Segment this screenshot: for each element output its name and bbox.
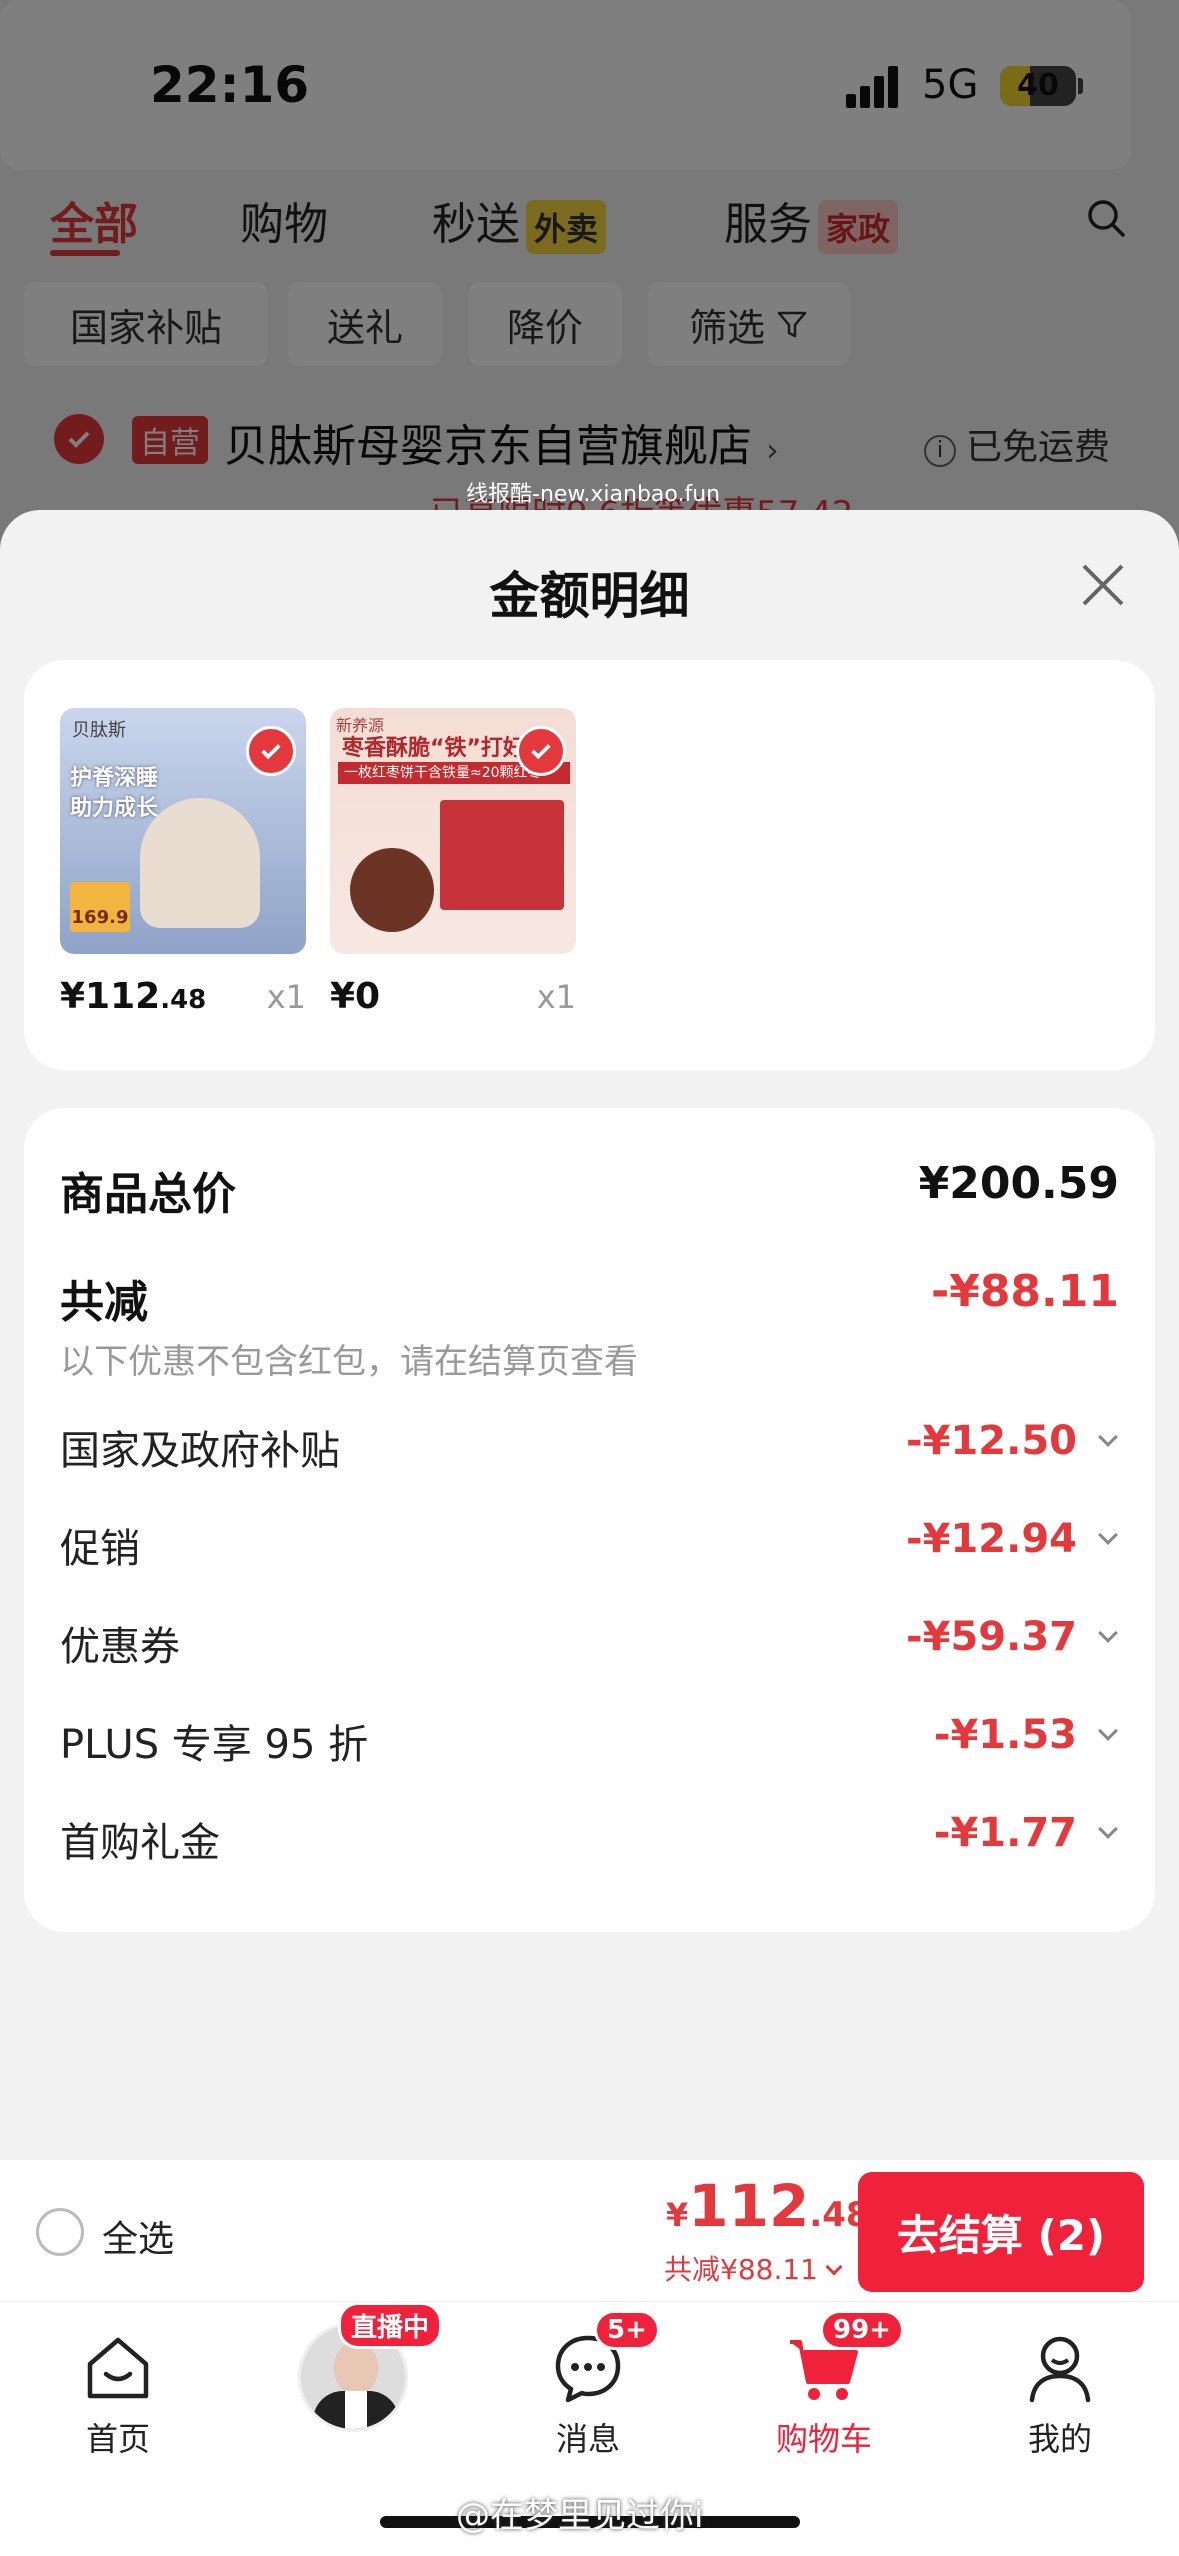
- product-quantity: x1: [266, 978, 306, 1016]
- product-check-icon[interactable]: [246, 726, 296, 776]
- nav-messages[interactable]: 消息 5+: [498, 2302, 678, 2462]
- sheet-title: 金额明细: [489, 567, 690, 625]
- reduced-summary[interactable]: 共减¥88.11: [664, 2248, 843, 2288]
- product-headline: 护脊深睡: [70, 766, 159, 791]
- cart-badge: 99+: [820, 2310, 904, 2350]
- close-icon[interactable]: [1076, 558, 1130, 612]
- nav-me-label: 我的: [1027, 2420, 1092, 2458]
- total-main: 112: [688, 2172, 810, 2240]
- nav-live[interactable]: 直播中: [262, 2302, 442, 2462]
- subtotal-label: 商品总价: [60, 1169, 236, 1220]
- weibo-watermark: @在梦里见过你i: [456, 2496, 704, 2536]
- discount-label: 优惠券: [60, 1624, 180, 1670]
- product-image: 新养源 枣香酥脆“铁”打好 一枚红枣饼干含铁量≈20颗红枣: [330, 708, 576, 954]
- select-all-radio[interactable]: [36, 2208, 84, 2256]
- chevron-down-icon: [1098, 1819, 1118, 1839]
- checkout-bar: 全选 ¥112.48 共减¥88.11 去结算 (2): [0, 2160, 1179, 2302]
- chevron-down-icon: [1098, 1525, 1118, 1545]
- discount-value: -¥1.77: [933, 1810, 1077, 1856]
- product-image: 贝肽斯 护脊深睡助力成长 169.9: [60, 708, 306, 954]
- discount-label: 国家及政府补贴: [60, 1428, 340, 1474]
- product-price: ¥0: [330, 976, 380, 1017]
- amount-detail-sheet: 金额明细 贝肽斯 护脊深睡助力成长 169.9 ¥112.48 x1 新养源 枣…: [0, 510, 1179, 2160]
- checkout-button[interactable]: 去结算 (2): [858, 2172, 1144, 2292]
- sale-price-tag: 169.9: [70, 882, 130, 932]
- product-price: ¥112.48: [60, 976, 206, 1017]
- source-watermark: 线报酷-new.xianbao.fun: [466, 482, 721, 507]
- price-breakdown-card: 商品总价 ¥200.59 共减 -¥88.11 以下优惠不包含红包，请在结算页查…: [24, 1108, 1155, 1932]
- product-price-decimal: .48: [160, 985, 207, 1015]
- product-box-graphic: [440, 800, 564, 910]
- product-price-main: ¥112: [60, 976, 161, 1017]
- nav-cart-label: 购物车: [775, 2420, 872, 2458]
- subtotal-value: ¥200.59: [918, 1158, 1119, 1209]
- live-badge: 直播中: [338, 2302, 442, 2349]
- select-all-label[interactable]: 全选: [102, 2210, 174, 2262]
- reduction-note: 以下优惠不包含红包，请在结算页查看: [60, 1342, 638, 1382]
- discount-value: -¥12.50: [906, 1418, 1077, 1464]
- home-icon: [87, 2337, 149, 2399]
- chevron-down-icon: [1098, 1623, 1118, 1643]
- discount-label: 首购礼金: [60, 1820, 220, 1866]
- discount-label: 促销: [60, 1526, 140, 1572]
- nav-home[interactable]: 首页: [28, 2302, 208, 2462]
- total-price: ¥112.48: [666, 2172, 870, 2240]
- nav-home-label: 首页: [85, 2420, 150, 2458]
- reduced-text: 共减¥88.11: [664, 2253, 818, 2286]
- nav-me[interactable]: 我的: [970, 2302, 1150, 2462]
- nav-messages-label: 消息: [555, 2420, 620, 2458]
- discount-value: -¥59.37: [906, 1614, 1077, 1660]
- product-subheadline: 助力成长: [70, 796, 159, 821]
- product-brand: 贝肽斯: [72, 720, 126, 741]
- total-reduction-value: -¥88.11: [930, 1266, 1119, 1317]
- messages-badge: 5+: [594, 2310, 660, 2350]
- user-icon: [1029, 2336, 1091, 2403]
- chevron-down-icon: [1098, 1427, 1118, 1447]
- discount-value: -¥12.94: [906, 1516, 1077, 1562]
- discount-value: -¥1.53: [933, 1712, 1077, 1758]
- product-price-main: ¥0: [330, 976, 381, 1017]
- total-reduction-label: 共减: [60, 1277, 148, 1328]
- products-card: 贝肽斯 护脊深睡助力成长 169.9 ¥112.48 x1 新养源 枣香酥脆“铁…: [24, 660, 1155, 1070]
- total-currency: ¥: [666, 2196, 689, 2234]
- product-photo-child: [140, 798, 260, 928]
- product-check-icon[interactable]: [516, 726, 566, 776]
- product-item[interactable]: 新养源 枣香酥脆“铁”打好 一枚红枣饼干含铁量≈20颗红枣 ¥0 x1: [330, 708, 576, 1024]
- discount-label: PLUS 专享 95 折: [60, 1722, 369, 1768]
- product-quantity: x1: [536, 978, 576, 1016]
- chevron-down-icon: [1098, 1721, 1118, 1741]
- product-item[interactable]: 贝肽斯 护脊深睡助力成长 169.9 ¥112.48 x1: [60, 708, 306, 1024]
- chevron-down-icon: [825, 2258, 843, 2276]
- product-cookie-graphic: [350, 848, 434, 932]
- nav-cart[interactable]: 购物车 99+: [734, 2302, 914, 2462]
- product-headline: 枣香酥脆“铁”打好: [342, 736, 525, 761]
